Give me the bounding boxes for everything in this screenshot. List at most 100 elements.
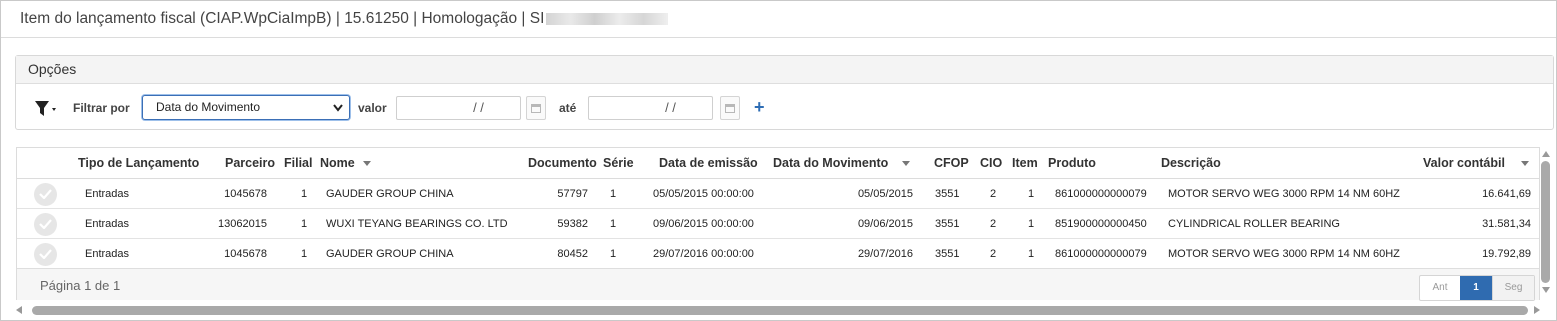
cell-cio: 2 — [990, 218, 997, 230]
col-valor-label: Valor contábil — [1423, 156, 1505, 170]
calendar-icon[interactable] — [720, 96, 740, 120]
cell-item: 1 — [1028, 188, 1035, 200]
scroll-right-icon[interactable] — [1534, 306, 1540, 314]
grid-footer: Página 1 de 1 Ant 1 Seg — [17, 268, 1539, 301]
filter-by-label: Filtrar por — [73, 101, 130, 115]
cell-emissao: 29/07/2016 00:00:00 — [653, 248, 754, 260]
cell-documento: 59382 — [557, 218, 588, 230]
filter-select[interactable]: Data do Movimento — [142, 95, 350, 120]
cell-serie: 1 — [610, 188, 617, 200]
scroll-up-icon[interactable] — [1542, 151, 1550, 157]
col-nome[interactable]: Nome — [320, 156, 371, 170]
cell-produto: 851900000000450 — [1055, 218, 1147, 230]
col-documento[interactable]: Documento — [528, 156, 597, 170]
cell-cfop: 3551 — [935, 188, 960, 200]
results-grid: Tipo de Lançamento Parceiro Filial Nome … — [16, 147, 1540, 301]
col-emissao[interactable]: Data de emissão — [659, 156, 758, 170]
date-from-input[interactable]: / / — [396, 96, 521, 120]
table-row[interactable]: Entradas 1045678 1 GAUDER GROUP CHINA 80… — [17, 239, 1539, 269]
add-filter-button[interactable]: + — [754, 97, 765, 117]
cell-cio: 2 — [990, 188, 997, 200]
cell-descricao: MOTOR SERVO WEG 3000 RPM 14 NM 60HZ — [1168, 248, 1400, 260]
options-header: Opções — [16, 56, 1553, 84]
sort-down-icon — [362, 161, 371, 167]
cell-filial: 1 — [301, 248, 308, 260]
col-movimento[interactable]: Data do Movimento — [773, 156, 911, 170]
cell-tipo: Entradas — [85, 218, 130, 230]
cell-tipo: Entradas — [85, 188, 130, 200]
col-valor[interactable]: Valor contábil — [1423, 156, 1529, 170]
redacted-text — [546, 13, 669, 25]
valor-label: valor — [358, 101, 387, 115]
cell-parceiro: 1045678 — [224, 188, 267, 200]
vertical-scrollbar[interactable] — [1540, 151, 1552, 293]
filter-row: Filtrar por Data do Movimento valor / / … — [16, 95, 1553, 121]
ate-label: até — [559, 101, 577, 115]
col-descricao[interactable]: Descrição — [1161, 156, 1221, 170]
col-item[interactable]: Item — [1012, 156, 1038, 170]
cell-movimento: 09/06/2015 — [857, 218, 913, 230]
cell-item: 1 — [1028, 248, 1035, 260]
date-to-input[interactable]: / / — [588, 96, 713, 120]
prev-page-button[interactable]: Ant — [1420, 276, 1460, 300]
cell-valor: 31.581,34 — [1482, 218, 1531, 230]
col-cio[interactable]: CIO — [980, 156, 1002, 170]
cell-emissao: 05/05/2015 00:00:00 — [653, 188, 754, 200]
horizontal-scroll-thumb[interactable] — [32, 306, 1528, 315]
col-produto[interactable]: Produto — [1048, 156, 1096, 170]
col-serie[interactable]: Série — [603, 156, 634, 170]
cell-item: 1 — [1028, 218, 1035, 230]
calendar-icon[interactable] — [526, 96, 546, 120]
cell-serie: 1 — [610, 218, 617, 230]
col-cfop[interactable]: CFOP — [934, 156, 969, 170]
vertical-scroll-thumb[interactable] — [1541, 161, 1550, 283]
cell-serie: 1 — [610, 248, 617, 260]
page-title: Item do lançamento fiscal (CIAP.WpCiaImp… — [20, 10, 669, 28]
chevron-down-icon — [333, 104, 343, 112]
sort-down-icon — [902, 161, 911, 167]
cell-descricao: CYLINDRICAL ROLLER BEARING — [1168, 218, 1340, 230]
table-row[interactable]: Entradas 1045678 1 GAUDER GROUP CHINA 57… — [17, 179, 1539, 209]
cell-movimento: 29/07/2016 — [857, 248, 913, 260]
col-tipo[interactable]: Tipo de Lançamento — [78, 156, 199, 170]
page-info: Página 1 de 1 — [40, 278, 121, 293]
cell-produto: 861000000000079 — [1055, 188, 1147, 200]
filter-select-value: Data do Movimento — [156, 100, 261, 114]
cell-nome: GAUDER GROUP CHINA — [326, 188, 454, 200]
cell-documento: 80452 — [557, 248, 588, 260]
col-parceiro[interactable]: Parceiro — [225, 156, 275, 170]
options-panel: Opções Filtrar por Data do Movimento val… — [15, 55, 1554, 130]
cell-parceiro: 13062015 — [218, 218, 267, 230]
cell-valor: 16.641,69 — [1482, 188, 1531, 200]
cell-movimento: 05/05/2015 — [857, 188, 913, 200]
cell-valor: 19.792,89 — [1482, 248, 1531, 260]
page-1-button[interactable]: 1 — [1460, 276, 1492, 300]
cell-cfop: 3551 — [935, 248, 960, 260]
cell-parceiro: 1045678 — [224, 248, 267, 260]
scroll-down-icon[interactable] — [1542, 287, 1550, 293]
table-row[interactable]: Entradas 13062015 1 WUXI TEYANG BEARINGS… — [17, 209, 1539, 239]
cell-documento: 57797 — [557, 188, 588, 200]
cell-produto: 861000000000079 — [1055, 248, 1147, 260]
cell-emissao: 09/06/2015 00:00:00 — [653, 218, 754, 230]
cell-cio: 2 — [990, 248, 997, 260]
cell-descricao: MOTOR SERVO WEG 3000 RPM 14 NM 60HZ — [1168, 188, 1400, 200]
scroll-left-icon[interactable] — [16, 306, 22, 314]
title-bar: Item do lançamento fiscal (CIAP.WpCiaImp… — [1, 1, 1556, 38]
pagination: Ant 1 Seg — [1419, 275, 1535, 301]
funnel-icon[interactable] — [34, 100, 58, 118]
cell-filial: 1 — [301, 188, 308, 200]
cell-nome: GAUDER GROUP CHINA — [326, 248, 454, 260]
next-page-button[interactable]: Seg — [1492, 276, 1534, 300]
cell-cfop: 3551 — [935, 218, 960, 230]
horizontal-scrollbar[interactable] — [16, 305, 1540, 316]
col-filial[interactable]: Filial — [284, 156, 312, 170]
cell-filial: 1 — [301, 218, 308, 230]
check-circle-icon[interactable] — [34, 183, 57, 206]
check-circle-icon[interactable] — [34, 243, 57, 266]
col-movimento-label: Data do Movimento — [773, 156, 889, 170]
cell-nome: WUXI TEYANG BEARINGS CO. LTD — [326, 218, 508, 230]
cell-tipo: Entradas — [85, 248, 130, 260]
check-circle-icon[interactable] — [34, 213, 57, 236]
grid-header: Tipo de Lançamento Parceiro Filial Nome … — [17, 148, 1539, 179]
